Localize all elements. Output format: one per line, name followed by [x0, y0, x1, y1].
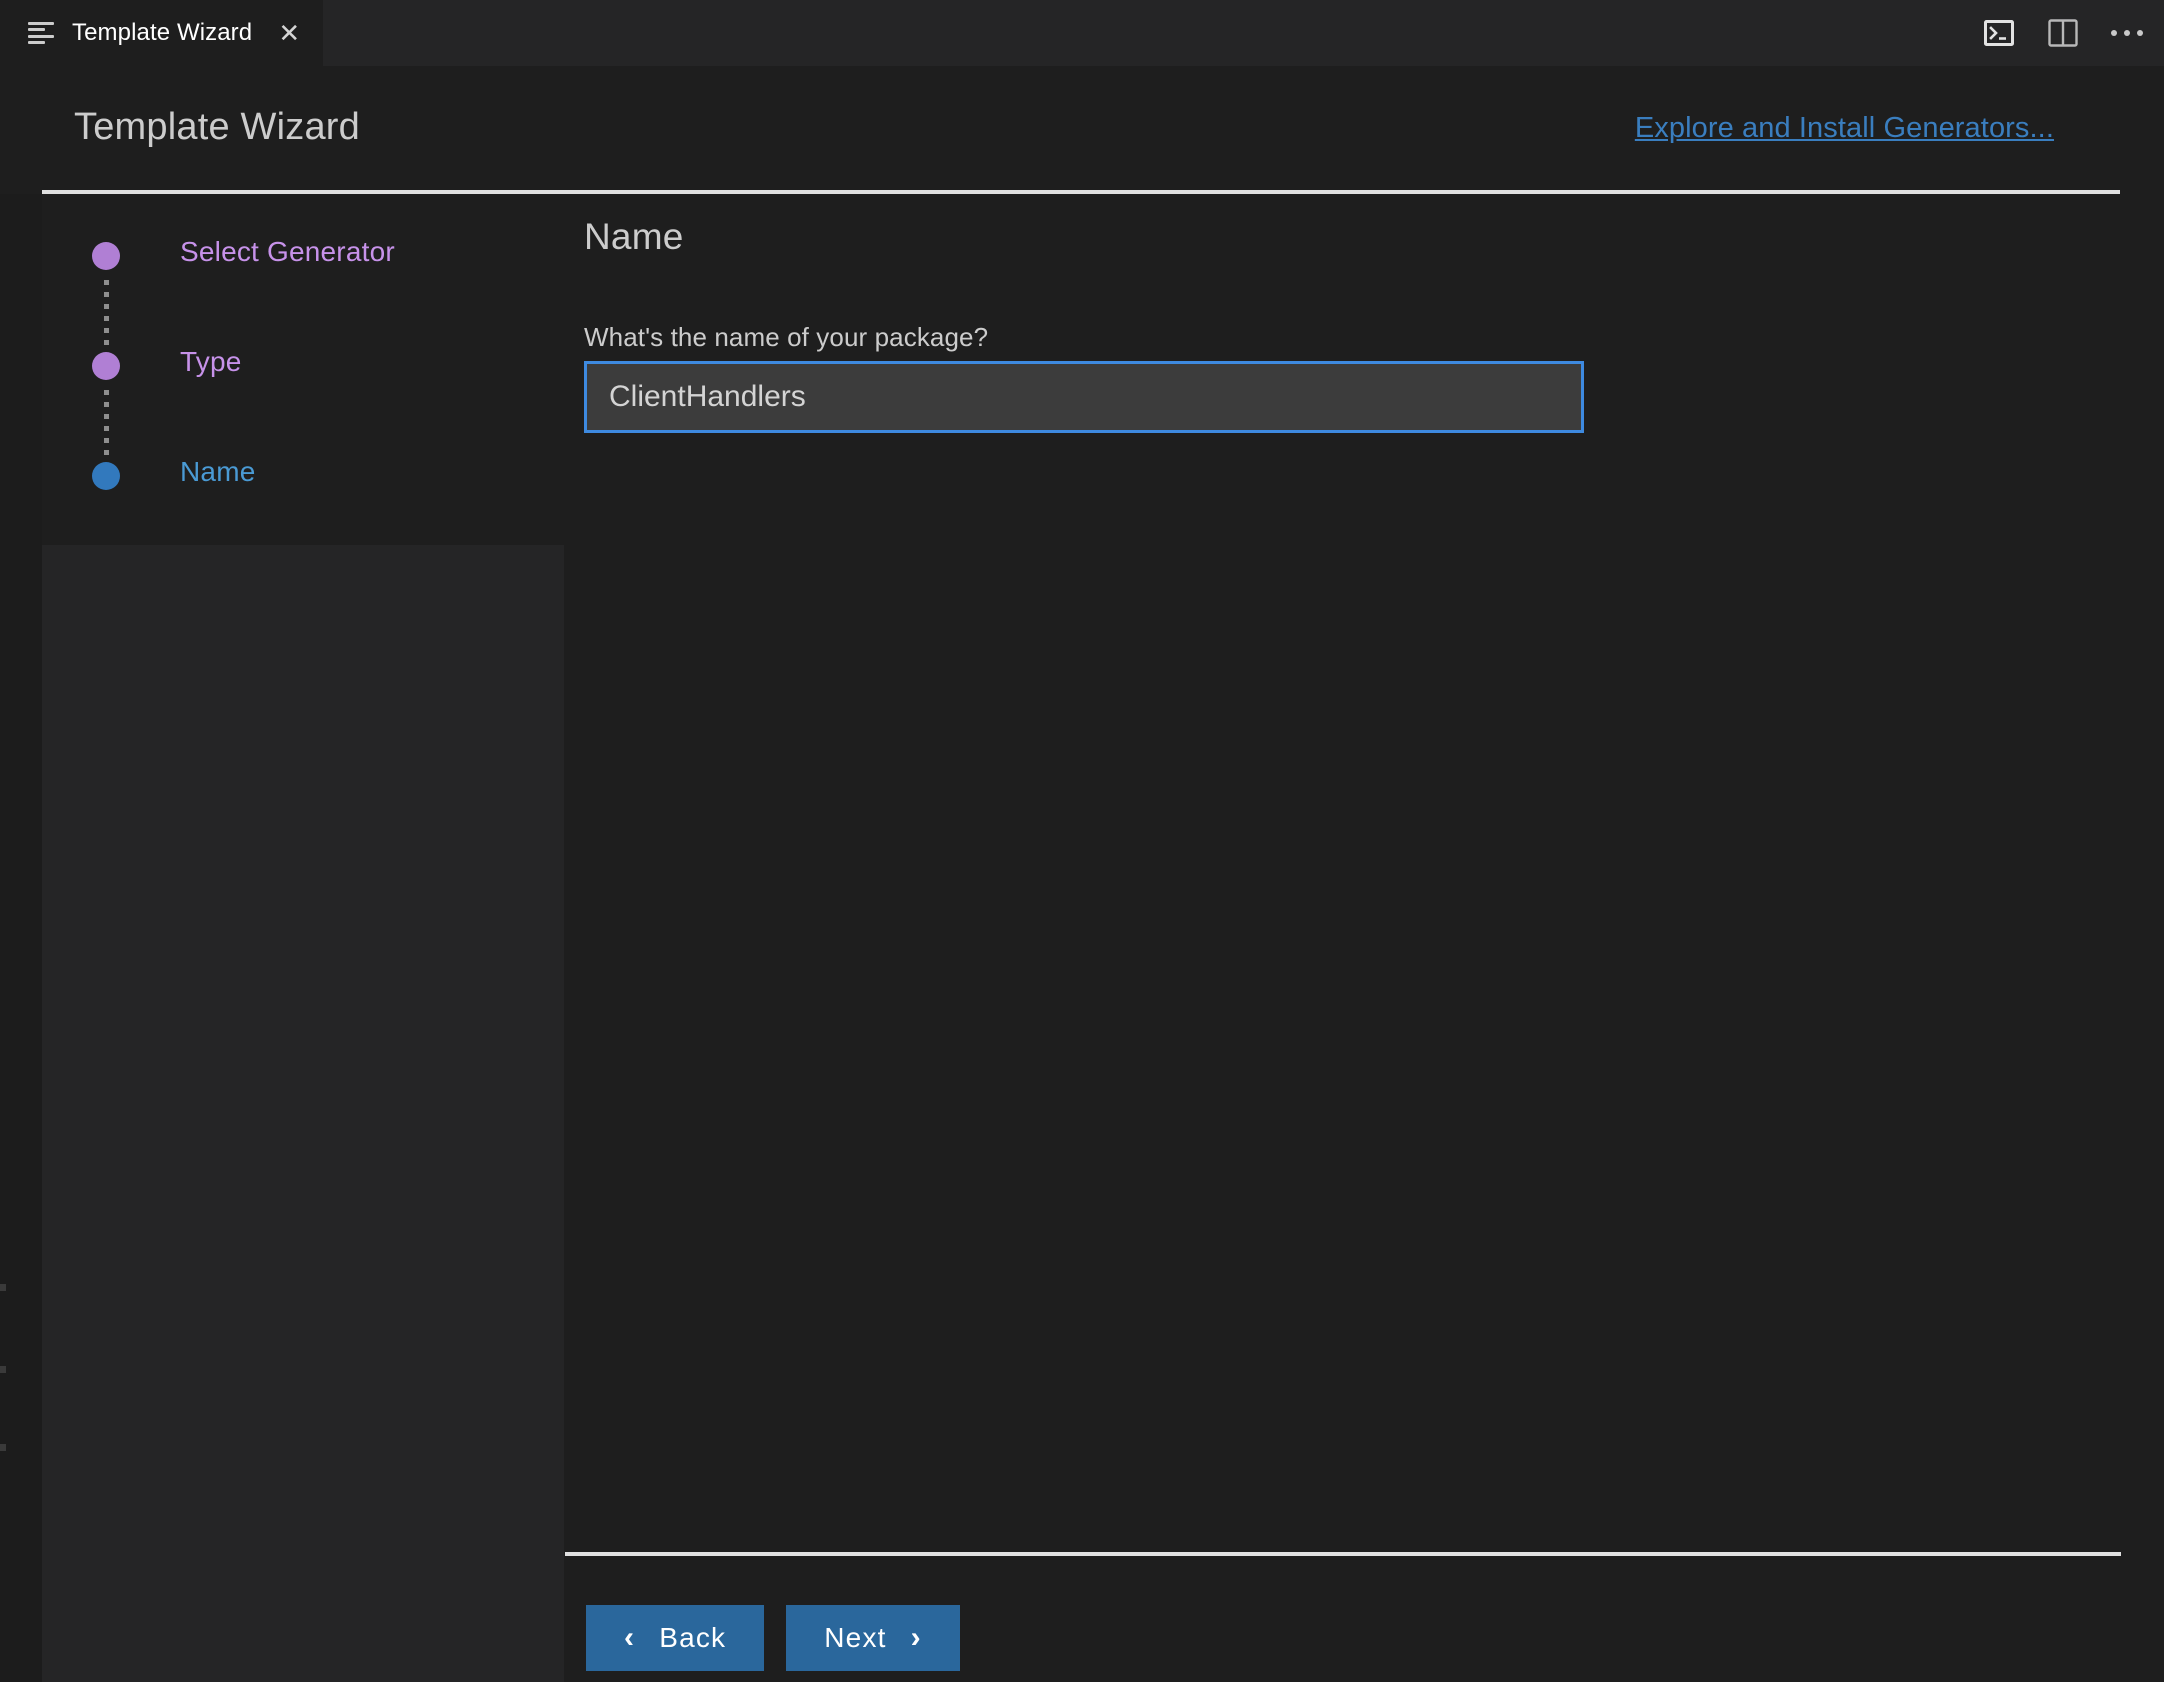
wizard-main-panel: Name What's the name of your package? ‹ …	[564, 194, 2164, 1682]
terminal-icon[interactable]	[1980, 14, 2018, 52]
gutter-mark	[0, 1284, 6, 1291]
page-title: Template Wizard	[74, 106, 360, 148]
chevron-left-icon: ‹	[624, 1621, 636, 1654]
gutter-mark	[0, 1366, 6, 1373]
hamburger-menu-icon	[28, 22, 54, 44]
tab-template-wizard[interactable]: Template Wizard ✕	[0, 0, 323, 66]
step-label: Select Generator	[180, 236, 395, 267]
next-button[interactable]: Next ›	[786, 1605, 960, 1671]
step-label: Type	[180, 346, 242, 377]
back-button-label: Back	[659, 1622, 727, 1653]
page-header: Template Wizard Explore and Install Gene…	[0, 66, 2164, 194]
step-dot-icon	[92, 352, 120, 380]
left-preview-panel	[42, 545, 564, 1682]
more-actions-icon[interactable]	[2108, 14, 2146, 52]
chevron-right-icon: ›	[910, 1621, 922, 1654]
tab-title: Template Wizard	[72, 19, 253, 46]
tab-bar-actions	[1980, 0, 2146, 66]
sidebar-item-name[interactable]: Name	[42, 442, 564, 552]
step-dot-icon	[92, 242, 120, 270]
back-button[interactable]: ‹ Back	[586, 1605, 765, 1671]
step-dot-icon	[92, 462, 120, 490]
question-label: What's the name of your package?	[584, 322, 989, 352]
gutter-mark	[0, 1444, 6, 1451]
section-title: Name	[584, 216, 684, 257]
close-icon[interactable]: ✕	[274, 18, 304, 48]
wizard-footer-buttons: ‹ Back Next ›	[586, 1605, 960, 1671]
sidebar-item-select-generator[interactable]: Select Generator	[42, 222, 564, 352]
wizard-step-list: Select Generator Type Name	[42, 222, 564, 552]
editor-gutter	[0, 66, 42, 1682]
split-editor-icon[interactable]	[2044, 14, 2082, 52]
step-label: Name	[180, 456, 256, 487]
footer-divider	[565, 1552, 2121, 1556]
package-name-input[interactable]	[584, 361, 1584, 433]
explore-install-generators-link[interactable]: Explore and Install Generators...	[1635, 112, 2054, 145]
editor-tab-bar: Template Wizard ✕	[0, 0, 2164, 66]
next-button-label: Next	[824, 1622, 887, 1653]
sidebar-item-type[interactable]: Type	[42, 332, 564, 462]
